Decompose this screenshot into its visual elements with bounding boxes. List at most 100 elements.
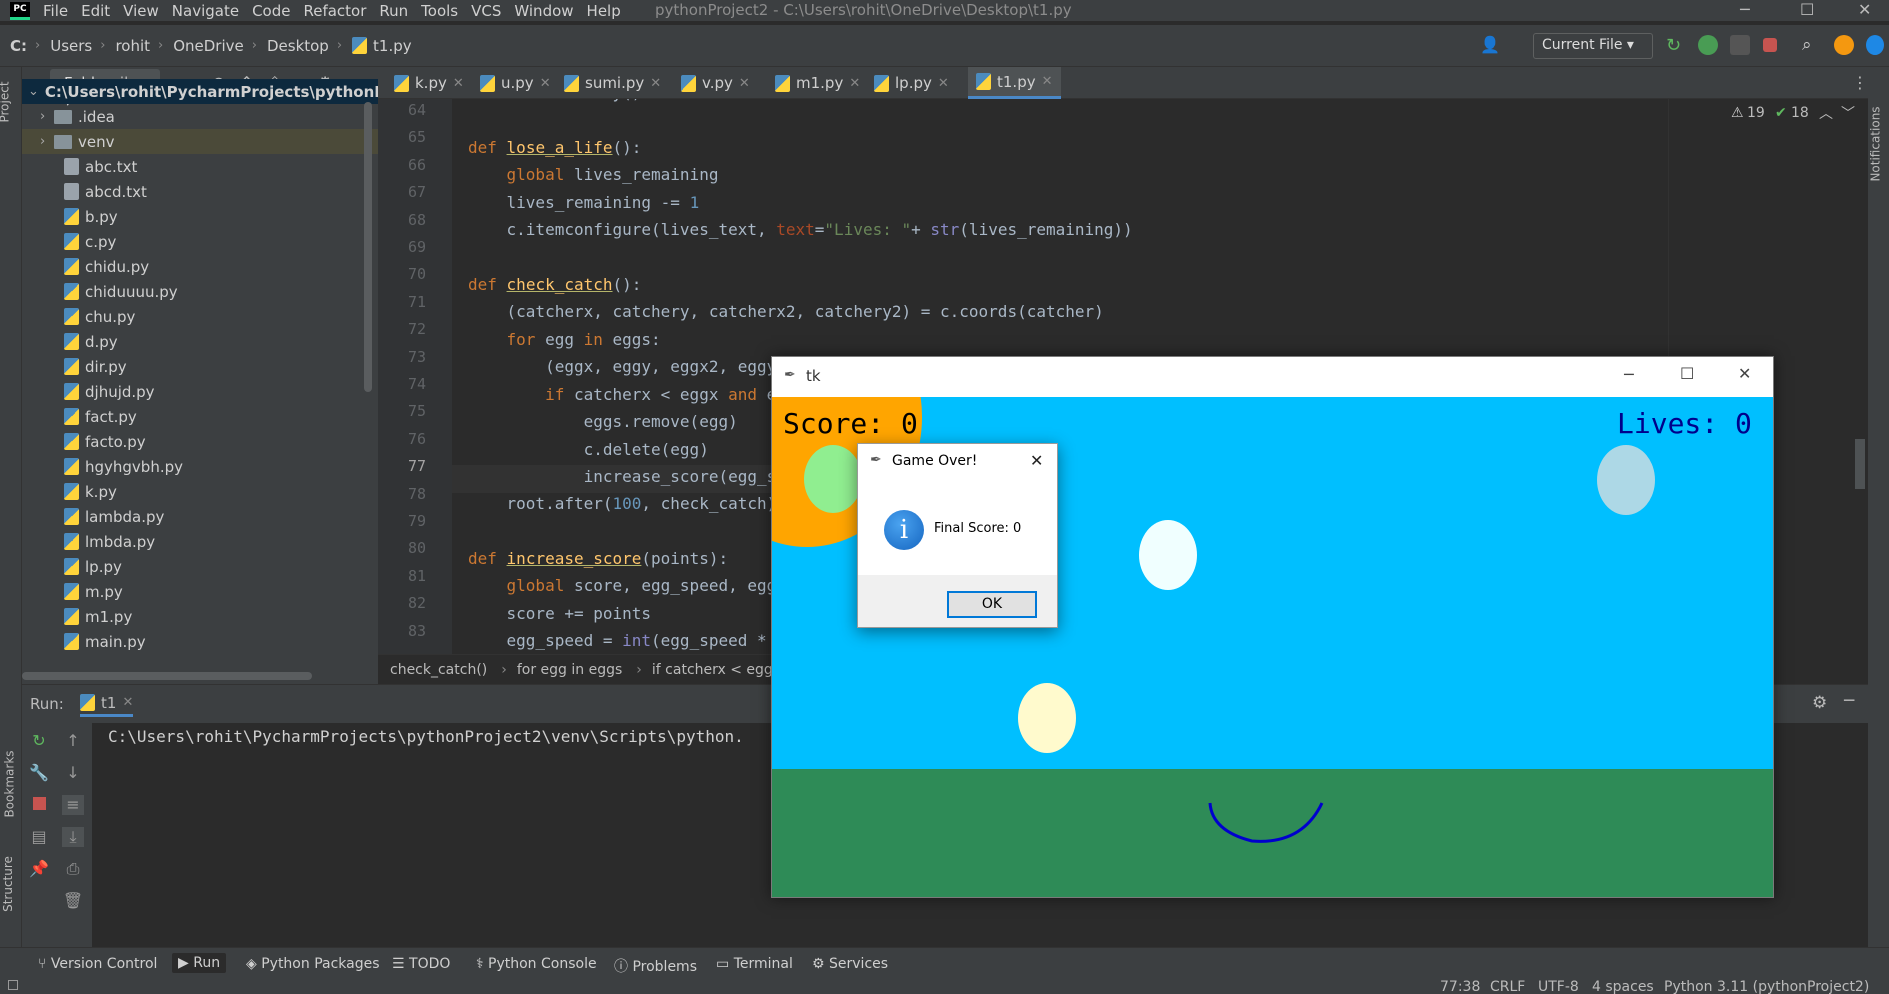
structure-tool-label[interactable]: Structure bbox=[1, 856, 15, 912]
tree-file[interactable]: lmbda.py bbox=[22, 529, 378, 554]
indent-setting[interactable]: 4 spaces bbox=[1592, 979, 1654, 994]
tree-file[interactable]: hgyhgvbh.py bbox=[22, 454, 378, 479]
tree-file[interactable]: chiduuuu.py bbox=[22, 279, 378, 304]
crumb-function[interactable]: check_catch() bbox=[390, 662, 487, 678]
pin-icon[interactable]: 📌 bbox=[28, 859, 50, 879]
tab-sumi-py[interactable]: sumi.py ✕ bbox=[564, 67, 661, 99]
file-encoding[interactable]: UTF-8 bbox=[1538, 979, 1579, 994]
tree-file[interactable]: djhujd.py bbox=[22, 379, 378, 404]
tree-file[interactable]: main.py bbox=[22, 629, 378, 654]
menu-vcs[interactable]: VCS bbox=[471, 2, 501, 20]
tree-file[interactable]: lambda.py bbox=[22, 504, 378, 529]
tab-v-py[interactable]: v.py ✕ bbox=[681, 67, 750, 99]
tree-file[interactable]: dir.py bbox=[22, 354, 378, 379]
soft-wrap-icon[interactable]: ≡ bbox=[62, 795, 84, 815]
tree-file[interactable]: k.py bbox=[22, 479, 378, 504]
tree-file[interactable]: chu.py bbox=[22, 304, 378, 329]
tree-file[interactable]: lp.py bbox=[22, 554, 378, 579]
tool-todo[interactable]: ☰ TODO bbox=[392, 956, 450, 972]
tab-u-py[interactable]: u.py ✕ bbox=[480, 67, 551, 99]
tree-file[interactable]: fact.py bbox=[22, 404, 378, 429]
tool-python-packages[interactable]: ◈ Python Packages bbox=[246, 956, 380, 972]
editor-scrollbar[interactable] bbox=[1855, 439, 1865, 489]
menu-window[interactable]: Window bbox=[514, 2, 573, 20]
run-output[interactable]: C:\Users\rohit\PycharmProjects\pythonPro… bbox=[108, 727, 744, 746]
project-root[interactable]: ⌄ C:\Users\rohit\PycharmProjects\pythonPr… bbox=[22, 79, 403, 104]
run-config-select[interactable]: Current File ▾ bbox=[1533, 33, 1653, 59]
bookmarks-tool-label[interactable]: Bookmarks bbox=[3, 750, 17, 817]
tab-k-py[interactable]: k.py ✕ bbox=[394, 67, 464, 99]
jetbrains-toolbox-icon[interactable] bbox=[1866, 35, 1884, 55]
close-icon[interactable]: ✕ bbox=[1738, 364, 1751, 383]
menu-view[interactable]: View bbox=[123, 2, 159, 20]
menu-edit[interactable]: Edit bbox=[81, 2, 110, 20]
menu-file[interactable]: File bbox=[43, 2, 68, 20]
close-icon[interactable]: ✕ bbox=[1030, 451, 1043, 470]
run-settings-gear-icon[interactable]: ⚙ bbox=[1812, 693, 1827, 713]
maximize-icon[interactable]: ☐ bbox=[1680, 364, 1694, 383]
run-tab-t1[interactable]: t1 ✕ bbox=[80, 691, 134, 717]
tree-file[interactable]: b.py bbox=[22, 204, 378, 229]
tree-file[interactable]: d.py bbox=[22, 329, 378, 354]
breadcrumb-file[interactable]: t1.py bbox=[373, 37, 412, 55]
tree-folder[interactable]: › .idea bbox=[22, 104, 378, 129]
search-icon[interactable]: ⌕ bbox=[1802, 35, 1822, 55]
tab-m1-py[interactable]: m1.py ✕ bbox=[775, 67, 860, 99]
warning-count[interactable]: 19 bbox=[1747, 105, 1765, 121]
menu-help[interactable]: Help bbox=[587, 2, 621, 20]
hide-run-panel-icon[interactable]: ─ bbox=[1844, 691, 1854, 711]
tree-file[interactable]: facto.py bbox=[22, 429, 378, 454]
menu-navigate[interactable]: Navigate bbox=[172, 2, 239, 20]
check-icon[interactable]: ✔ bbox=[1775, 105, 1787, 121]
user-icon[interactable]: 👤 bbox=[1480, 35, 1500, 55]
breadcrumb-desktop[interactable]: Desktop bbox=[267, 37, 329, 55]
breadcrumb-users[interactable]: Users bbox=[50, 37, 92, 55]
stop-icon[interactable] bbox=[1763, 38, 1777, 52]
chevron-down-icon[interactable]: ﹀ bbox=[1841, 103, 1855, 123]
print-icon[interactable]: ⎙ bbox=[62, 859, 84, 879]
tool-python-console[interactable]: ⚕ Python Console bbox=[476, 956, 597, 972]
breadcrumb-onedrive[interactable]: OneDrive bbox=[173, 37, 244, 55]
arrow-down-icon[interactable]: ↓ bbox=[62, 763, 84, 783]
trash-icon[interactable]: 🗑 bbox=[62, 891, 84, 911]
tool-run[interactable]: ▶ Run bbox=[172, 953, 227, 973]
minimize-icon[interactable]: ─ bbox=[1740, 0, 1750, 19]
python-interpreter[interactable]: Python 3.11 (pythonProject2) bbox=[1664, 979, 1869, 994]
coverage-icon[interactable] bbox=[1730, 35, 1750, 55]
tk-title-bar[interactable]: ✒ tk ─ ☐ ✕ bbox=[772, 357, 1773, 397]
ok-count[interactable]: 18 bbox=[1791, 105, 1809, 121]
rerun-icon[interactable]: ↻ bbox=[1666, 35, 1686, 56]
tree-file[interactable]: abc.txt bbox=[22, 154, 378, 179]
stop-icon[interactable] bbox=[32, 797, 46, 810]
minimize-icon[interactable]: ─ bbox=[1624, 365, 1634, 384]
tool-terminal[interactable]: ▭ Terminal bbox=[716, 956, 793, 972]
tree-file[interactable]: c.py bbox=[22, 229, 378, 254]
debug-icon[interactable] bbox=[1698, 35, 1718, 55]
tree-file[interactable]: m1.py bbox=[22, 604, 378, 629]
wrench-icon[interactable]: 🔧 bbox=[28, 763, 50, 783]
more-tabs-icon[interactable]: ⋮ bbox=[1852, 73, 1868, 92]
tool-problems[interactable]: ⓘ Problems bbox=[614, 956, 697, 976]
tab-t1-py[interactable]: t1.py ✕ bbox=[968, 67, 1061, 99]
tree-file[interactable]: chidu.py bbox=[22, 254, 378, 279]
rerun-icon[interactable]: ↻ bbox=[28, 731, 50, 751]
breadcrumb-drive[interactable]: C: bbox=[10, 37, 27, 55]
notifications-tool-label[interactable]: Notifications bbox=[1869, 106, 1883, 181]
warning-icon[interactable]: ⚠ bbox=[1731, 105, 1744, 121]
update-icon[interactable] bbox=[1834, 35, 1854, 55]
tool-services[interactable]: ⚙ Services bbox=[812, 956, 888, 972]
chevron-up-icon[interactable]: ︿ bbox=[1819, 103, 1833, 123]
project-hscrollbar[interactable] bbox=[22, 672, 312, 680]
scroll-to-end-icon[interactable]: ⤓ bbox=[62, 827, 84, 847]
tool-version-control[interactable]: ⑂ Version Control bbox=[38, 956, 157, 972]
layout-icon[interactable]: ▤ bbox=[28, 827, 50, 847]
caret-position[interactable]: 77:38 bbox=[1440, 979, 1480, 994]
arrow-up-icon[interactable]: ↑ bbox=[62, 731, 84, 751]
menu-refactor[interactable]: Refactor bbox=[303, 2, 366, 20]
crumb-for-loop[interactable]: for egg in eggs bbox=[517, 662, 622, 678]
tab-lp-py[interactable]: lp.py ✕ bbox=[874, 67, 949, 99]
menu-run[interactable]: Run bbox=[379, 2, 408, 20]
close-icon[interactable]: ✕ bbox=[1858, 0, 1871, 19]
breadcrumb-rohit[interactable]: rohit bbox=[115, 37, 150, 55]
menu-code[interactable]: Code bbox=[252, 2, 290, 20]
